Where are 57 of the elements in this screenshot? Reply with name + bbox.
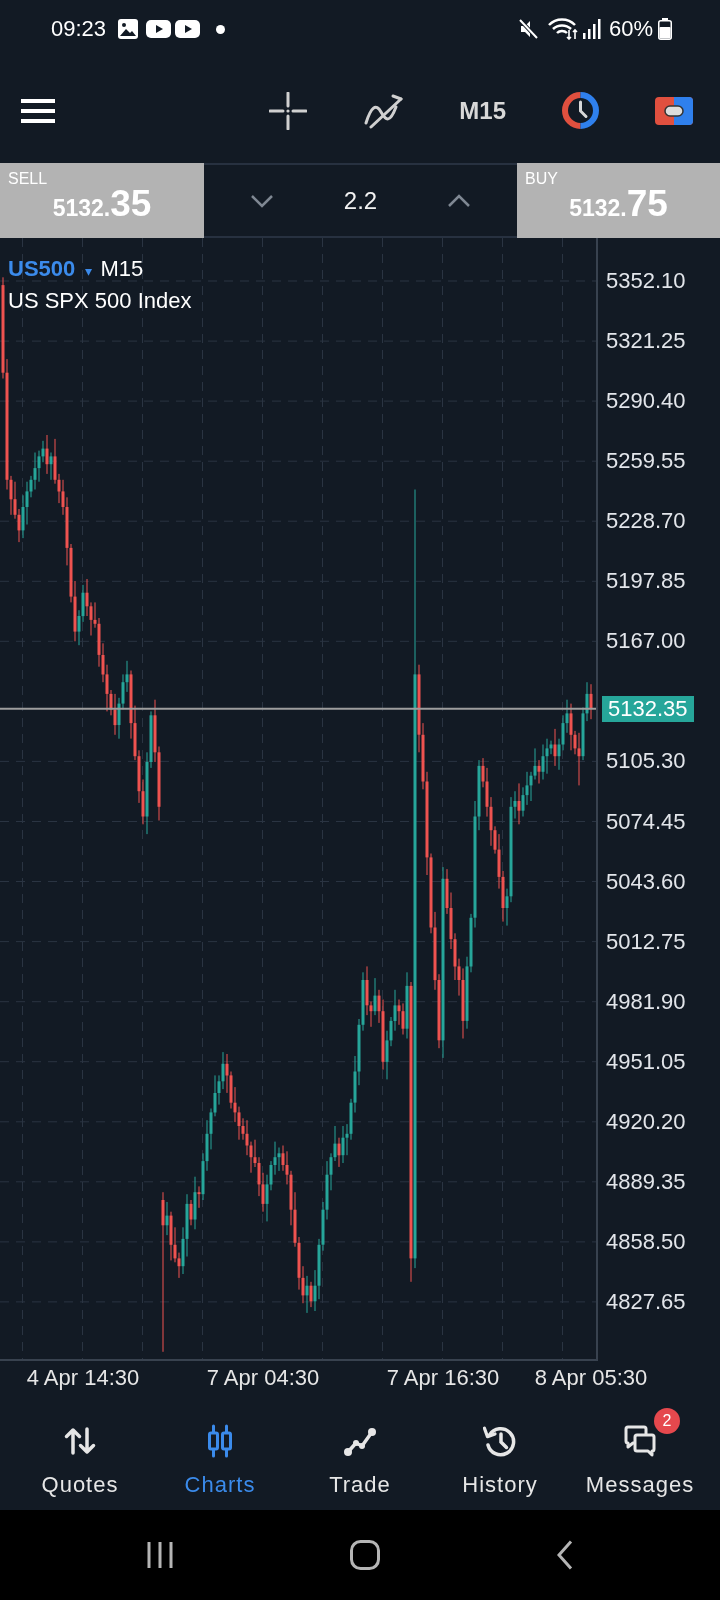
menu-icon[interactable] — [21, 98, 55, 123]
price-axis-label: 5228.70 — [606, 508, 686, 535]
wifi-icon — [546, 18, 579, 40]
nav-tab[interactable]: Messages 2 — [570, 1396, 710, 1510]
symbol-description: US SPX 500 Index — [8, 287, 192, 315]
battery-icon — [658, 18, 672, 40]
price-axis-label: 5259.55 — [606, 448, 686, 475]
image-icon — [118, 19, 139, 39]
chat-bubbles-icon — [623, 1424, 657, 1458]
symbol-caret[interactable]: ▾ — [85, 263, 93, 279]
history-icon — [483, 1424, 517, 1458]
sort-arrows-icon — [63, 1424, 97, 1458]
chevron-up-icon[interactable] — [447, 193, 471, 208]
price-axis-label: 4827.65 — [606, 1288, 686, 1315]
back-icon[interactable] — [557, 1540, 573, 1570]
price-axis-label: 5012.75 — [606, 928, 686, 955]
price-axis-label: 4981.90 — [606, 988, 686, 1015]
toggle-icon[interactable] — [655, 96, 693, 125]
chart-timeframe: M15 — [100, 256, 144, 281]
price-axis-label: 5321.25 — [606, 328, 686, 355]
nav-tab[interactable]: Charts — [150, 1396, 290, 1510]
mute-icon — [517, 19, 539, 39]
time-axis-label: 7 Apr 16:30 — [386, 1365, 500, 1391]
current-price-tag: 5132.35 — [602, 695, 694, 722]
notification-dot-icon — [216, 24, 226, 34]
crosshair-icon[interactable] — [269, 91, 308, 130]
battery-percent: 60% — [608, 16, 653, 42]
clock-icon[interactable] — [562, 92, 599, 129]
price-axis-label: 5105.30 — [606, 748, 686, 775]
symbol-name[interactable]: US500 — [8, 256, 76, 281]
nav-tab[interactable]: Trade — [290, 1396, 430, 1510]
price-axis-label: 5197.85 — [606, 568, 686, 595]
status-time: 09:23 — [51, 16, 107, 42]
signal-icon — [582, 19, 601, 39]
timeframe-button[interactable]: M15 — [459, 96, 506, 125]
unread-count-badge: 2 — [654, 1408, 680, 1434]
time-axis-label: 4 Apr 14:30 — [26, 1365, 140, 1391]
price-axis-label: 4889.35 — [606, 1168, 686, 1195]
price-axis-label: 5074.45 — [606, 808, 686, 835]
wave-icon[interactable] — [363, 92, 404, 129]
volume-value[interactable]: 2.2 — [343, 186, 378, 215]
video-play-icon — [175, 20, 201, 38]
price-axis-label: 4920.20 — [606, 1108, 686, 1135]
recent-apps-icon[interactable] — [147, 1541, 173, 1569]
price-axis-label: 5352.10 — [606, 268, 686, 294]
chevron-down-icon[interactable] — [250, 193, 274, 208]
price-axis-label: 5290.40 — [606, 388, 686, 415]
nav-tab[interactable]: History — [430, 1396, 570, 1510]
time-axis-label: 8 Apr 05:30 — [534, 1365, 648, 1391]
home-icon[interactable] — [350, 1540, 380, 1570]
nav-tab[interactable]: Quotes — [10, 1396, 150, 1510]
video-play-icon — [146, 20, 172, 38]
price-axis-label: 5043.60 — [606, 868, 686, 895]
price-axis-label: 4951.05 — [606, 1048, 686, 1075]
time-axis-label: 7 Apr 04:30 — [206, 1365, 320, 1391]
price-axis-label: 4858.50 — [606, 1228, 686, 1255]
price-axis-label: 5167.00 — [606, 628, 686, 655]
